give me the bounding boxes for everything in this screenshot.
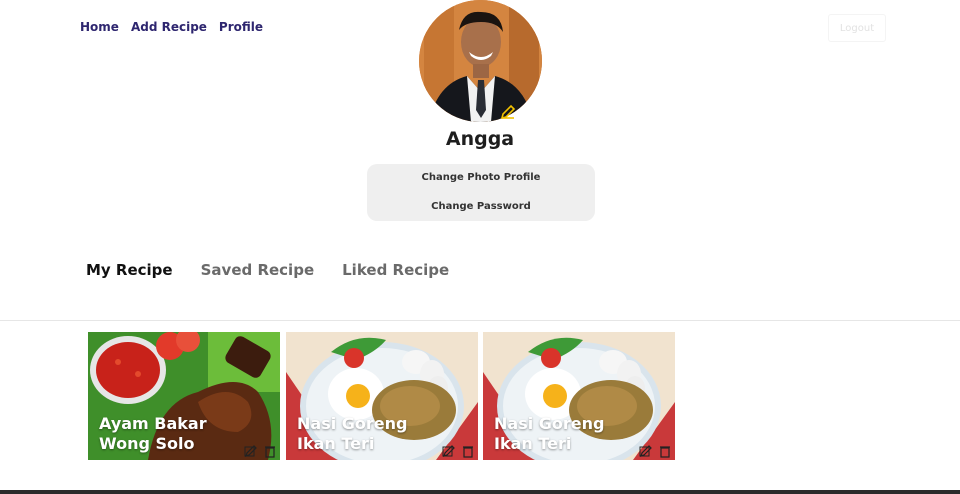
avatar[interactable] (419, 0, 542, 122)
logout-button[interactable]: Logout (828, 14, 886, 42)
recipe-title: Nasi Goreng Ikan Teri (494, 414, 605, 453)
tab-saved-recipe[interactable]: Saved Recipe (201, 261, 315, 279)
recipe-title: Ayam Bakar Wong Solo (99, 414, 207, 453)
pencil-icon[interactable] (500, 104, 516, 120)
recipe-actions (639, 444, 671, 458)
edit-icon[interactable] (639, 444, 653, 458)
trash-icon[interactable] (659, 444, 671, 458)
tab-my-recipe[interactable]: My Recipe (86, 261, 173, 279)
recipe-card[interactable]: Nasi Goreng Ikan Teri (483, 332, 675, 460)
change-password-button[interactable]: Change Password (367, 201, 595, 212)
recipe-actions (442, 444, 474, 458)
nav-add-recipe-link[interactable]: Add Recipe (131, 20, 207, 34)
trash-icon[interactable] (462, 444, 474, 458)
change-photo-button[interactable]: Change Photo Profile (367, 172, 595, 183)
recipe-actions (244, 444, 276, 458)
profile-name: Angga (445, 128, 515, 150)
edit-icon[interactable] (244, 444, 258, 458)
edit-icon[interactable] (442, 444, 456, 458)
nav-home-link[interactable]: Home (80, 20, 119, 34)
recipe-tabs: My Recipe Saved Recipe Liked Recipe (86, 261, 449, 279)
trash-icon[interactable] (264, 444, 276, 458)
bottom-bar (0, 490, 960, 494)
divider (0, 320, 960, 321)
nav-profile-link[interactable]: Profile (219, 20, 263, 34)
top-nav: Home Add Recipe Profile (80, 20, 263, 34)
recipe-title: Nasi Goreng Ikan Teri (297, 414, 408, 453)
avatar-photo (419, 0, 542, 122)
recipe-card[interactable]: Ayam Bakar Wong Solo (88, 332, 280, 460)
profile-page: Home Add Recipe Profile Logout Angga Cha… (0, 0, 960, 494)
tab-liked-recipe[interactable]: Liked Recipe (342, 261, 449, 279)
profile-menu: Change Photo Profile Change Password (367, 164, 595, 221)
recipe-card[interactable]: Nasi Goreng Ikan Teri (286, 332, 478, 460)
